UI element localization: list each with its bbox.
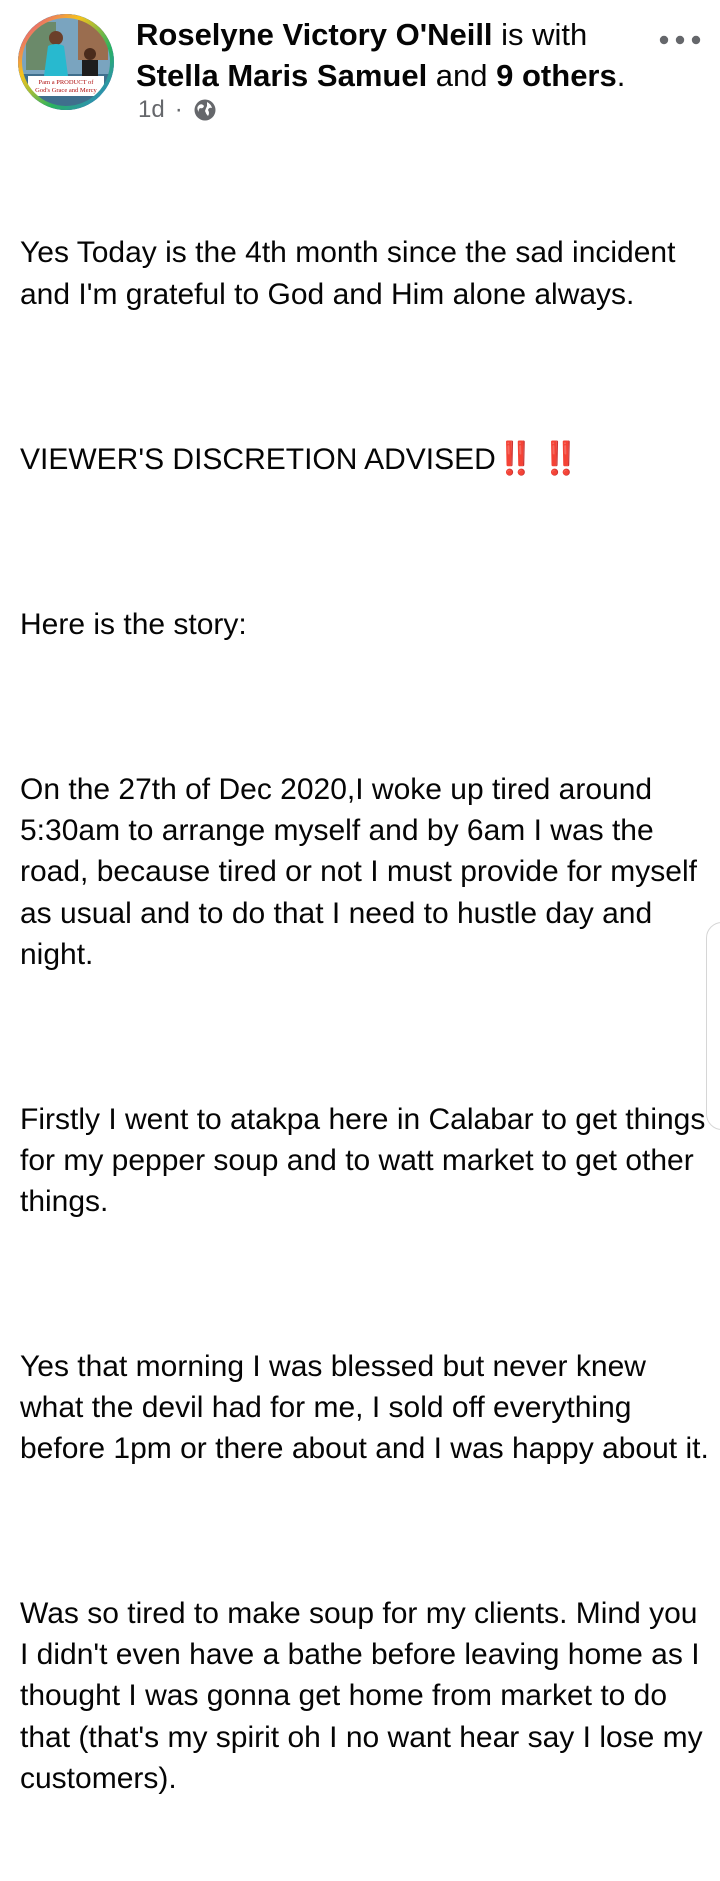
post-paragraph-1: Yes Today is the 4th month since the sad… [20,236,684,311]
post-paragraph-3: Here is the story: [20,608,247,642]
post-paragraph-6: Yes that morning I was blessed but never… [20,1349,709,1466]
tagged-person[interactable]: Stella Maris Samuel [136,58,427,93]
post-body: Yes Today is the 4th month since the sad… [20,150,710,1881]
post-time[interactable]: 1d [138,96,165,124]
post-paragraph-2: VIEWER'S DISCRETION ADVISED‼️ ‼️ [20,438,710,480]
author-name[interactable]: Roselyne Victory O'Neill [136,17,493,52]
svg-text:God's Grace and Mercy: God's Grace and Mercy [35,87,97,94]
with-text: is with [492,17,588,52]
post-paragraph-5: Firstly I went to atakpa here in Calabar… [20,1102,706,1219]
tagged-others[interactable]: 9 others [496,58,617,93]
period-text: . [616,58,626,93]
post-meta: 1d · [138,96,217,124]
svg-text:Pam a PRODUCT of: Pam a PRODUCT of [39,79,95,86]
post-paragraph-7: Was so tired to make soup for my clients… [20,1597,717,1795]
avatar-image: Pam a PRODUCT of God's Grace and Mercy [18,14,114,110]
author-avatar[interactable]: Pam a PRODUCT of God's Grace and Mercy [18,14,114,110]
post-paragraph-4: On the 27th of Dec 2020,I woke up tired … [20,773,706,971]
meta-separator: · [174,96,183,123]
edge-panel-handle[interactable] [706,922,720,1130]
double-exclamation-emoji: ‼️ ‼️ [495,440,581,477]
and-text: and [427,58,497,93]
post-header: Pam a PRODUCT of God's Grace and Mercy R… [0,0,720,140]
globe-icon[interactable] [193,98,217,122]
ellipsis-icon[interactable] [656,30,704,50]
discretion-text: VIEWER'S DISCRETION ADVISED [20,443,496,477]
post-author-line: Roselyne Victory O'Neill is with Stella M… [136,14,656,96]
